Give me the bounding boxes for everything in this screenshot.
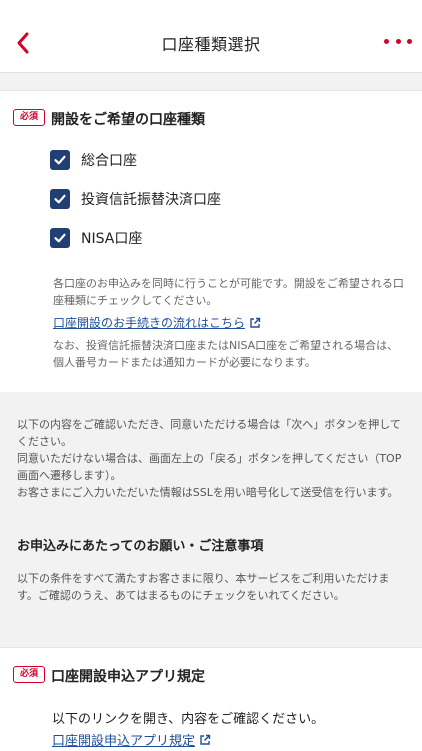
info-section: 以下の内容をご確認いただき、同意いただける場合は「次へ」ボタンを押してください。… — [0, 392, 422, 647]
account-type-note: 各口座のお申込みを同時に行うことが可能です。開設をご希望される口座種類にチェック… — [53, 277, 404, 307]
header-spacer — [0, 73, 422, 90]
external-link-icon — [249, 317, 261, 329]
link-text: 口座開設申込アプリ規定 — [52, 734, 196, 749]
rules-instruction: 以下のリンクを開き、内容をご確認ください。 — [52, 712, 325, 727]
app-rules-section: 必須 口座開設申込アプリ規定 以下のリンクを開き、内容をご確認ください。 口座開… — [0, 647, 422, 751]
info-paragraph: 同意いただけない場合は、画面左上の「戻る」ボタンを押してください（TOP画面へ遷… — [17, 452, 402, 482]
checkbox-nisa-account[interactable]: NISA口座 — [50, 227, 142, 249]
more-menu-button[interactable] — [384, 34, 412, 48]
external-link-icon — [199, 734, 211, 746]
checkbox-investment-trust-account[interactable]: 投資信託振替決済口座 — [50, 188, 221, 210]
procedure-flow-link[interactable]: 口座開設のお手続きの流れはこちら — [53, 314, 261, 331]
conditions-text: 以下の条件をすべて満たすお客さまに限り、本サービスをご利用いただけます。ご確認の… — [17, 572, 390, 602]
account-requirement-note: なお、投資信託振替決済口座またはNISA口座をご希望される場合は、個人番号カード… — [53, 339, 399, 369]
notes-subtitle: お申込みにあたってのお願い・ご注意事項 — [17, 539, 264, 554]
link-text: 口座開設のお手続きの流れはこちら — [53, 316, 246, 330]
checkbox-checked-icon — [50, 189, 70, 209]
section-title: 開設をご希望の口座種類 — [51, 112, 205, 128]
required-badge: 必須 — [13, 109, 45, 126]
info-paragraph: 以下の内容をご確認いただき、同意いただける場合は「次へ」ボタンを押してください。 — [17, 418, 401, 448]
more-dot-icon — [384, 38, 389, 44]
checkbox-label: 投資信託振替決済口座 — [81, 192, 221, 208]
account-type-section: 必須 開設をご希望の口座種類 総合口座 投資信託振替決済口座 NISA口座 各口… — [0, 90, 422, 393]
app-header: 口座種類選択 — [0, 0, 422, 73]
checkbox-sogo-account[interactable]: 総合口座 — [50, 149, 137, 171]
section-title: 口座開設申込アプリ規定 — [51, 669, 205, 685]
checkbox-label: NISA口座 — [81, 231, 143, 247]
required-badge: 必須 — [13, 666, 45, 683]
info-paragraph: お客さまにご入力いただいた情報はSSLを用い暗号化して送受信を行います。 — [17, 486, 399, 499]
app-rules-link[interactable]: 口座開設申込アプリ規定 — [52, 730, 211, 749]
checkbox-label: 総合口座 — [81, 153, 137, 169]
more-dot-icon — [395, 38, 401, 44]
page-title: 口座種類選択 — [161, 35, 261, 54]
more-dot-icon — [407, 38, 412, 44]
checkbox-checked-icon — [50, 150, 70, 170]
checkbox-checked-icon — [50, 228, 70, 248]
